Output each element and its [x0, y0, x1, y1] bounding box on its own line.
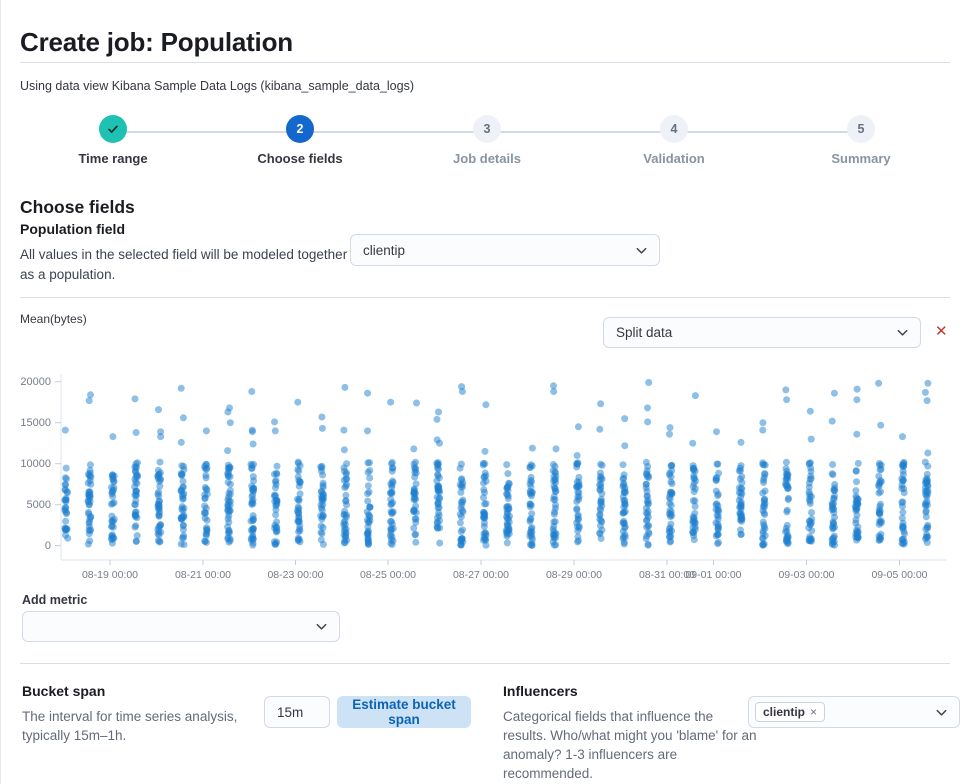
settings-divider	[20, 663, 950, 664]
step-number-indicator[interactable]: 4	[660, 115, 688, 143]
svg-text:09-01 00:00: 09-01 00:00	[685, 569, 741, 581]
svg-text:09-03 00:00: 09-03 00:00	[778, 569, 834, 581]
check-icon	[106, 122, 120, 136]
step-label: Choose fields	[257, 151, 342, 166]
section-heading: Choose fields	[20, 197, 135, 218]
step-number-indicator[interactable]: 3	[473, 115, 501, 143]
step-number-indicator[interactable]: 5	[847, 115, 875, 143]
step-validation[interactable]: 4 Validation	[581, 115, 767, 166]
svg-text:08-21 00:00: 08-21 00:00	[175, 569, 231, 581]
step-time-range[interactable]: Time range	[20, 115, 206, 166]
step-complete-indicator[interactable]	[99, 115, 127, 143]
bucket-span-input[interactable]	[264, 696, 330, 728]
svg-text:08-29 00:00: 08-29 00:00	[546, 569, 602, 581]
remove-influencer-icon[interactable]: ×	[810, 705, 817, 719]
svg-text:0: 0	[45, 540, 51, 552]
svg-text:09-05 00:00: 09-05 00:00	[871, 569, 927, 581]
header-divider	[20, 62, 950, 63]
influencers-title: Influencers	[503, 683, 578, 699]
step-choose-fields[interactable]: 2 Choose fields	[207, 115, 393, 166]
step-label: Time range	[78, 151, 147, 166]
influencer-tag[interactable]: clientip ×	[755, 702, 825, 722]
split-data-select[interactable]: Split data	[603, 317, 921, 348]
data-view-summary: Using data view Kibana Sample Data Logs …	[20, 79, 414, 93]
step-label: Summary	[831, 151, 890, 166]
step-summary[interactable]: 5 Summary	[768, 115, 954, 166]
step-job-details[interactable]: 3 Job details	[394, 115, 580, 166]
step-label: Job details	[453, 151, 521, 166]
add-metric-label: Add metric	[22, 593, 87, 607]
page-title: Create job: Population	[20, 27, 293, 58]
svg-text:5000: 5000	[27, 499, 51, 511]
influencers-description: Categorical fields that influence the re…	[503, 707, 757, 783]
svg-text:08-27 00:00: 08-27 00:00	[453, 569, 509, 581]
svg-text:08-23 00:00: 08-23 00:00	[267, 569, 323, 581]
chevron-down-icon	[314, 619, 329, 634]
chevron-down-icon	[895, 325, 910, 340]
population-field-title: Population field	[20, 221, 125, 237]
svg-text:20000: 20000	[20, 376, 51, 388]
svg-text:08-19 00:00: 08-19 00:00	[82, 569, 138, 581]
estimate-bucket-span-button[interactable]: Estimate bucket span	[337, 696, 471, 728]
bucket-span-description: The interval for time series analysis, t…	[22, 707, 254, 745]
add-metric-select[interactable]	[22, 611, 340, 642]
svg-text:10000: 10000	[20, 458, 51, 470]
step-active-indicator[interactable]: 2	[286, 115, 314, 143]
population-field-value: clientip	[363, 243, 634, 258]
influencer-tag-label: clientip	[763, 705, 805, 719]
population-field-select[interactable]: clientip	[350, 234, 660, 266]
svg-text:15000: 15000	[20, 417, 51, 429]
step-progress: Time range 2 Choose fields 3 Job details…	[0, 115, 970, 171]
bucket-span-title: Bucket span	[22, 683, 105, 699]
remove-metric-icon[interactable]: ✕	[935, 324, 948, 339]
chevron-down-icon	[634, 243, 649, 258]
split-data-value: Split data	[616, 325, 895, 340]
metric-panel-divider	[20, 297, 950, 298]
step-label: Validation	[643, 151, 704, 166]
chevron-down-icon	[934, 705, 949, 720]
svg-text:08-25 00:00: 08-25 00:00	[360, 569, 416, 581]
metric-label: Mean(bytes)	[20, 312, 87, 326]
scatter-plot: 0 5000 10000 15000 20000 08-19 00:00 08-21 00:…	[0, 368, 970, 586]
influencers-select[interactable]: clientip ×	[748, 696, 960, 728]
population-field-description: All values in the selected field will be…	[20, 245, 360, 285]
